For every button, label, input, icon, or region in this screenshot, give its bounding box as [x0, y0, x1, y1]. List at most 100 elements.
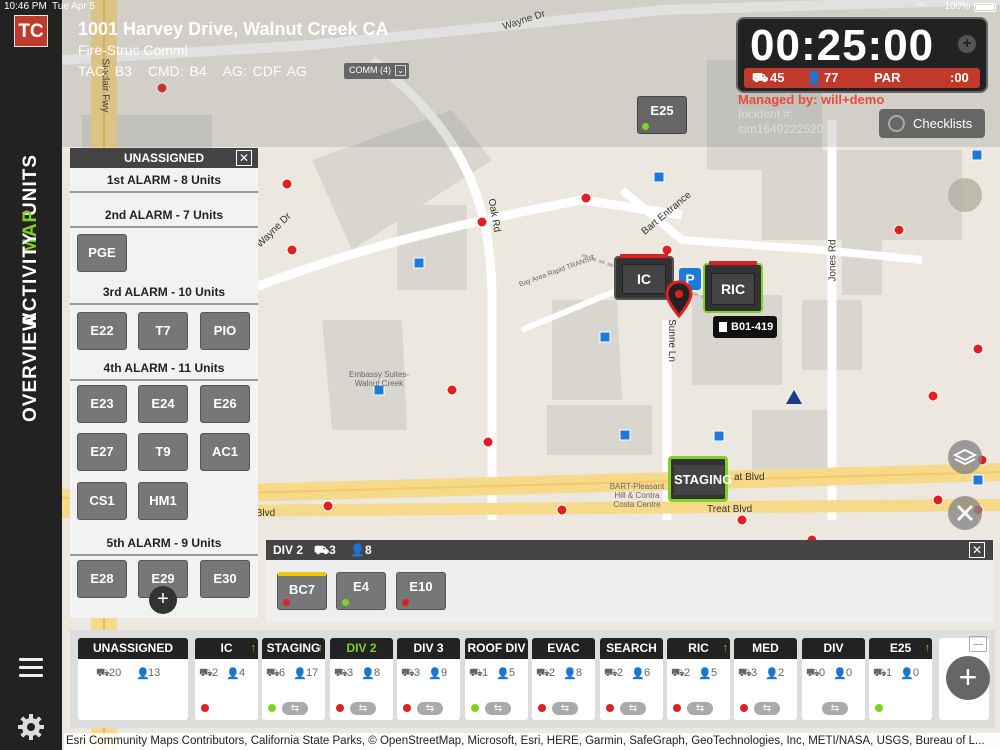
location-pin-icon[interactable]: [665, 280, 693, 325]
swap-icon[interactable]: ⇆: [822, 702, 848, 715]
unit-button[interactable]: E26: [200, 385, 250, 423]
unit-button[interactable]: E27: [77, 433, 127, 471]
group-tile-label: STAGING: [266, 641, 321, 655]
group-tile[interactable]: IC ↑ ⛟ 2 👤 4: [195, 638, 258, 720]
group-tile[interactable]: E25 ↑ ⛟ 1 👤 0: [869, 638, 932, 720]
truck-icon: ⛟: [536, 667, 550, 679]
alarm-2-title[interactable]: 2nd ALARM - 7 Units: [70, 208, 258, 228]
street-treat-blvd-right: Treat Blvd: [707, 504, 753, 515]
swap-icon[interactable]: ⇆: [687, 702, 713, 715]
gear-icon[interactable]: [16, 712, 46, 742]
comm-dropdown[interactable]: COMM (4) ⌄: [344, 63, 409, 79]
par-bar[interactable]: ⛟ 45 👤 77 PAR :00: [744, 68, 980, 88]
map-unit-e25[interactable]: E25: [637, 96, 687, 134]
truck-icon: ⛟: [401, 667, 415, 679]
wifi-icon: ◠: [915, 1, 924, 12]
group-tile[interactable]: DIV 2 ⛟ 3 👤 8 ⇆: [330, 638, 393, 720]
truck-icon: ⛟: [752, 70, 769, 85]
group-tile[interactable]: DIV ⛟ 0 👤 0 ⇆: [802, 638, 865, 720]
unit-button[interactable]: E24: [138, 385, 188, 423]
group-tile-unassigned[interactable]: UNASSIGNED ⛟ 20 👤 13: [78, 638, 188, 720]
group-tile-title: MED: [734, 638, 797, 659]
unit-button[interactable]: AC1: [200, 433, 250, 471]
div2-unit-label: BC7: [288, 582, 315, 597]
unit-button[interactable]: E30: [200, 560, 250, 598]
group-tile[interactable]: EVAC ⛟ 2 👤 8 ⇆: [532, 638, 595, 720]
par-time: :00: [950, 70, 969, 85]
group-tile[interactable]: STAGING ↑ ⛟ 6 👤 17 ⇆: [262, 638, 325, 720]
status-dot: [403, 704, 411, 712]
truck-icon: ⛟: [873, 667, 887, 679]
swap-icon[interactable]: ⇆: [350, 702, 376, 715]
group-tile[interactable]: SEARCH ⛟ 2 👤 6 ⇆: [600, 638, 663, 720]
place-embassy-suites: Embassy Suites-Walnut Creek: [348, 370, 410, 388]
person-icon: 👤: [293, 668, 307, 680]
person-icon: 👤: [900, 668, 914, 680]
unit-button[interactable]: T9: [138, 433, 188, 471]
unit-button[interactable]: CS1: [77, 482, 127, 520]
map-group-staging[interactable]: STAGING: [668, 456, 732, 502]
group-tile-title: ROOF DIV: [465, 638, 528, 659]
alarm-4-title[interactable]: 4th ALARM - 11 Units: [70, 361, 258, 381]
nav-tab-overview[interactable]: OVERVIEW: [20, 192, 42, 422]
add-group-button[interactable]: +: [946, 656, 990, 700]
group-units-count: 2: [684, 667, 691, 679]
close-icon[interactable]: ✕: [236, 150, 252, 166]
div2-unit[interactable]: E10: [396, 572, 446, 610]
group-people-count: 5: [509, 667, 516, 679]
hamburger-menu-icon[interactable]: [19, 658, 43, 678]
swap-icon[interactable]: ⇆: [620, 702, 646, 715]
add-unit-button[interactable]: +: [149, 586, 177, 614]
div2-units-count: 3: [329, 543, 336, 557]
swap-icon[interactable]: ⇆: [417, 702, 443, 715]
group-units-count: 20: [109, 667, 122, 679]
alarm-3-title[interactable]: 3rd ALARM - 10 Units: [70, 285, 258, 305]
checklists-button[interactable]: Checklists: [879, 109, 985, 138]
street-treat-blvd-mid: at Blvd: [734, 472, 765, 483]
map-thumbnail-icon[interactable]: [948, 178, 982, 212]
person-icon: 👤: [226, 668, 240, 680]
group-tile[interactable]: ROOF DIV ⛟ 1 👤 5 ⇆: [465, 638, 528, 720]
unit-button[interactable]: HM1: [138, 482, 188, 520]
swap-icon[interactable]: ⇆: [552, 702, 578, 715]
close-icon[interactable]: ✕: [969, 542, 985, 558]
map-group-ric[interactable]: RIC: [703, 261, 763, 313]
alarm-1-title[interactable]: 1st ALARM - 8 Units: [70, 173, 258, 193]
layers-icon[interactable]: [948, 440, 982, 474]
group-units-count: 1: [886, 667, 893, 679]
status-dot: [283, 599, 290, 606]
group-units-count: 3: [751, 667, 758, 679]
tools-off-icon[interactable]: [948, 496, 982, 530]
incident-timer: 00:25:00 + ⛟ 45 👤 77 PAR :00: [736, 17, 988, 93]
minimize-icon[interactable]: [969, 636, 987, 652]
div2-unit[interactable]: BC7: [277, 572, 327, 610]
group-tile[interactable]: DIV 3 ⛟ 3 👤 9 ⇆: [397, 638, 460, 720]
street-sunne-ln: Sunne Ln: [665, 319, 677, 362]
group-tile-title: STAGING ↑: [262, 638, 325, 659]
swap-icon[interactable]: ⇆: [754, 702, 780, 715]
unit-button[interactable]: T7: [138, 312, 188, 350]
unit-button[interactable]: PIO: [200, 312, 250, 350]
group-tile-title: IC ↑: [195, 638, 258, 659]
unit-button[interactable]: E28: [77, 560, 127, 598]
group-tile[interactable]: RIC ↑ ⛟ 2 👤 5 ⇆: [667, 638, 730, 720]
div2-title: DIV 2: [273, 543, 304, 557]
status-dot: [740, 704, 748, 712]
map-unit-b01-419[interactable]: B01-419: [713, 316, 777, 338]
status-dot: [642, 123, 649, 130]
timer-add-button[interactable]: +: [958, 35, 976, 53]
status-dot: [336, 704, 344, 712]
unit-button[interactable]: E23: [77, 385, 127, 423]
group-tile[interactable]: MED ⛟ 3 👤 2 ⇆: [734, 638, 797, 720]
group-tile-title: DIV 3: [397, 638, 460, 659]
group-units-count: 3: [347, 667, 354, 679]
swap-icon[interactable]: ⇆: [485, 702, 511, 715]
swap-icon[interactable]: ⇆: [282, 702, 308, 715]
managed-by: Managed by: will+demo: [738, 92, 885, 107]
unit-button[interactable]: E22: [77, 312, 127, 350]
unit-button[interactable]: PGE: [77, 234, 127, 272]
status-dot: [402, 599, 409, 606]
group-tile-title: DIV: [802, 638, 865, 659]
alarm-5-title[interactable]: 5th ALARM - 9 Units: [70, 536, 258, 556]
div2-unit[interactable]: E4: [336, 572, 386, 610]
